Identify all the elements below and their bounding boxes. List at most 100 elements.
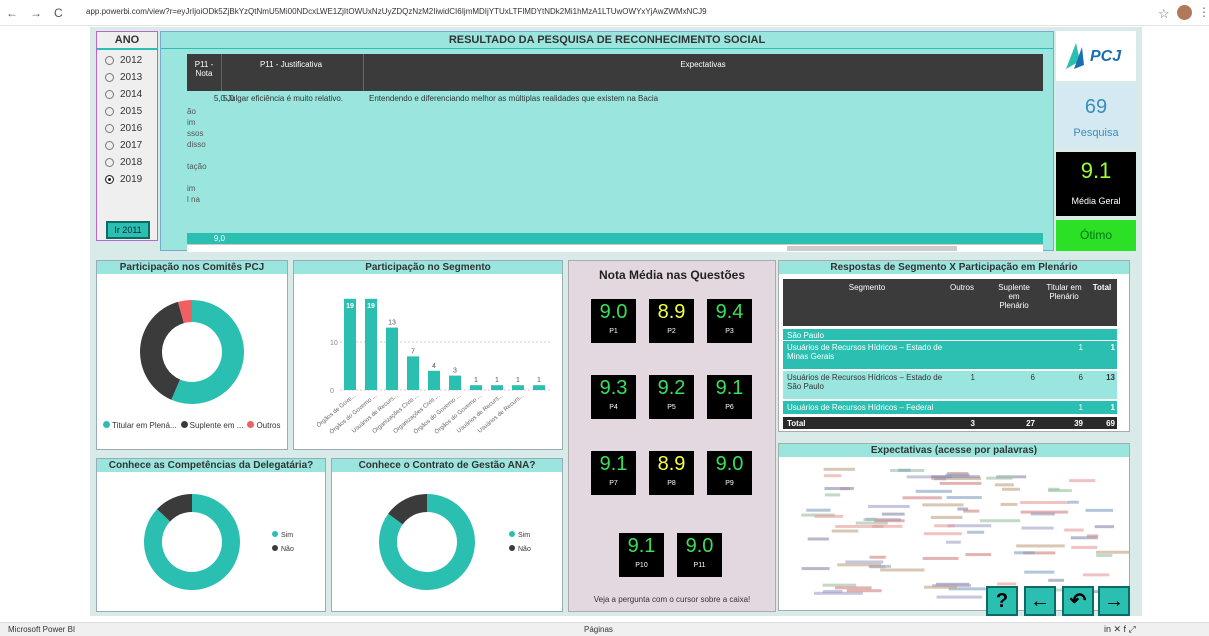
word-token[interactable] xyxy=(835,586,872,590)
bar[interactable] xyxy=(386,327,398,390)
word-token[interactable] xyxy=(1014,551,1035,555)
question-score-p3[interactable]: 9.4 P3 xyxy=(707,299,752,343)
go-2011-button[interactable]: Ir 2011 xyxy=(106,221,150,239)
year-option-2017[interactable]: 2017 xyxy=(105,139,157,152)
question-score-p7[interactable]: 9.1 P7 xyxy=(591,451,636,495)
word-token[interactable] xyxy=(880,568,925,572)
word-token[interactable] xyxy=(837,563,882,567)
word-token[interactable] xyxy=(835,524,884,528)
bar[interactable] xyxy=(428,370,440,390)
table-row[interactable]: São Paulo xyxy=(783,329,1117,340)
forward-arrow-icon[interactable]: → xyxy=(30,6,42,20)
radio-icon[interactable] xyxy=(105,56,114,65)
question-score-p2[interactable]: 8.9 P2 xyxy=(649,299,694,343)
question-score-p4[interactable]: 9.3 P4 xyxy=(591,375,636,419)
word-token[interactable] xyxy=(865,517,878,521)
undo-icon[interactable]: ↶ xyxy=(1062,586,1094,616)
word-token[interactable] xyxy=(1071,545,1098,549)
word-token[interactable] xyxy=(994,483,1014,487)
word-token[interactable] xyxy=(1069,479,1096,483)
word-token[interactable] xyxy=(986,476,1013,480)
word-token[interactable] xyxy=(1086,534,1099,538)
bar[interactable] xyxy=(365,298,377,390)
word-token[interactable] xyxy=(1085,508,1114,512)
word-token[interactable] xyxy=(1067,500,1079,504)
question-score-p6[interactable]: 9.1 P6 xyxy=(707,375,752,419)
word-token[interactable] xyxy=(807,537,829,541)
bar[interactable] xyxy=(344,298,356,390)
radio-icon[interactable] xyxy=(105,107,114,116)
word-token[interactable] xyxy=(1064,528,1084,532)
word-token[interactable] xyxy=(1048,489,1072,493)
word-token[interactable] xyxy=(1082,573,1110,577)
word-token[interactable] xyxy=(930,515,963,519)
bookmark-star-icon[interactable]: ☆ xyxy=(1158,6,1170,22)
word-token[interactable] xyxy=(965,553,992,557)
avatar[interactable] xyxy=(1177,5,1192,20)
word-token[interactable] xyxy=(822,583,857,587)
reload-icon[interactable]: C xyxy=(54,6,63,20)
word-token[interactable] xyxy=(957,507,969,511)
year-option-2016[interactable]: 2016 xyxy=(105,122,157,135)
word-token[interactable] xyxy=(831,529,859,533)
word-token[interactable] xyxy=(824,487,854,491)
question-score-p9[interactable]: 9.0 P9 xyxy=(707,451,752,495)
year-option-2019[interactable]: 2019 xyxy=(105,173,157,186)
word-token[interactable] xyxy=(979,519,1021,523)
word-token[interactable] xyxy=(824,493,841,497)
word-token[interactable] xyxy=(845,560,884,564)
question-score-p5[interactable]: 9.2 P5 xyxy=(649,375,694,419)
back-arrow-icon[interactable]: ← xyxy=(6,6,18,20)
word-token[interactable] xyxy=(814,514,844,518)
word-token[interactable] xyxy=(801,567,830,571)
bar[interactable] xyxy=(449,375,461,390)
right-arrow-icon[interactable]: → xyxy=(1098,586,1130,616)
word-token[interactable] xyxy=(967,530,985,534)
word-token[interactable] xyxy=(1002,487,1021,491)
word-token[interactable] xyxy=(923,532,962,536)
bar[interactable] xyxy=(470,385,482,390)
bar[interactable] xyxy=(533,385,545,390)
share-icons[interactable]: in ✕ f ⤢ xyxy=(1104,624,1136,635)
radio-icon[interactable] xyxy=(105,141,114,150)
word-token[interactable] xyxy=(997,582,1017,586)
word-token[interactable] xyxy=(936,595,982,599)
help-icon[interactable]: ? xyxy=(986,586,1018,616)
word-token[interactable] xyxy=(946,496,982,500)
year-option-2013[interactable]: 2013 xyxy=(105,71,157,84)
radio-icon[interactable] xyxy=(105,90,114,99)
word-token[interactable] xyxy=(1048,578,1065,582)
question-score-p11[interactable]: 9.0 P11 xyxy=(677,533,722,577)
table-row[interactable]: Usuários de Recursos Hídricos – Federal 1… xyxy=(783,401,1117,414)
left-arrow-icon[interactable]: ← xyxy=(1024,586,1056,616)
word-token[interactable] xyxy=(823,474,842,478)
radio-icon[interactable] xyxy=(105,175,114,184)
word-cloud[interactable] xyxy=(779,457,1140,607)
word-token[interactable] xyxy=(1000,502,1018,506)
bar[interactable] xyxy=(512,385,524,390)
word-token[interactable] xyxy=(1096,553,1113,557)
question-score-p8[interactable]: 8.9 P8 xyxy=(649,451,694,495)
word-token[interactable] xyxy=(939,481,982,485)
word-token[interactable] xyxy=(898,468,911,472)
question-score-p1[interactable]: 9.0 P1 xyxy=(591,299,636,343)
word-token[interactable] xyxy=(1024,570,1055,574)
address-bar[interactable]: app.powerbi.com/view?r=eyJrIjoiODk5ZjBkY… xyxy=(86,7,1146,16)
word-token[interactable] xyxy=(874,519,905,523)
table-row[interactable]: Usuários de Recursos Hídricos – Estado d… xyxy=(783,371,1117,399)
word-token[interactable] xyxy=(1094,525,1114,529)
word-token[interactable] xyxy=(823,467,856,471)
radio-icon[interactable] xyxy=(105,124,114,133)
question-score-p10[interactable]: 9.1 P10 xyxy=(619,533,664,577)
word-token[interactable] xyxy=(922,503,964,507)
word-token[interactable] xyxy=(822,590,843,594)
word-token[interactable] xyxy=(1021,526,1054,530)
bar[interactable] xyxy=(407,356,419,390)
horizontal-scrollbar[interactable] xyxy=(187,244,1043,252)
word-token[interactable] xyxy=(915,489,952,493)
word-token[interactable] xyxy=(1016,544,1065,548)
word-token[interactable] xyxy=(1095,550,1140,554)
word-token[interactable] xyxy=(868,504,910,508)
word-token[interactable] xyxy=(946,540,961,544)
word-token[interactable] xyxy=(881,512,905,516)
